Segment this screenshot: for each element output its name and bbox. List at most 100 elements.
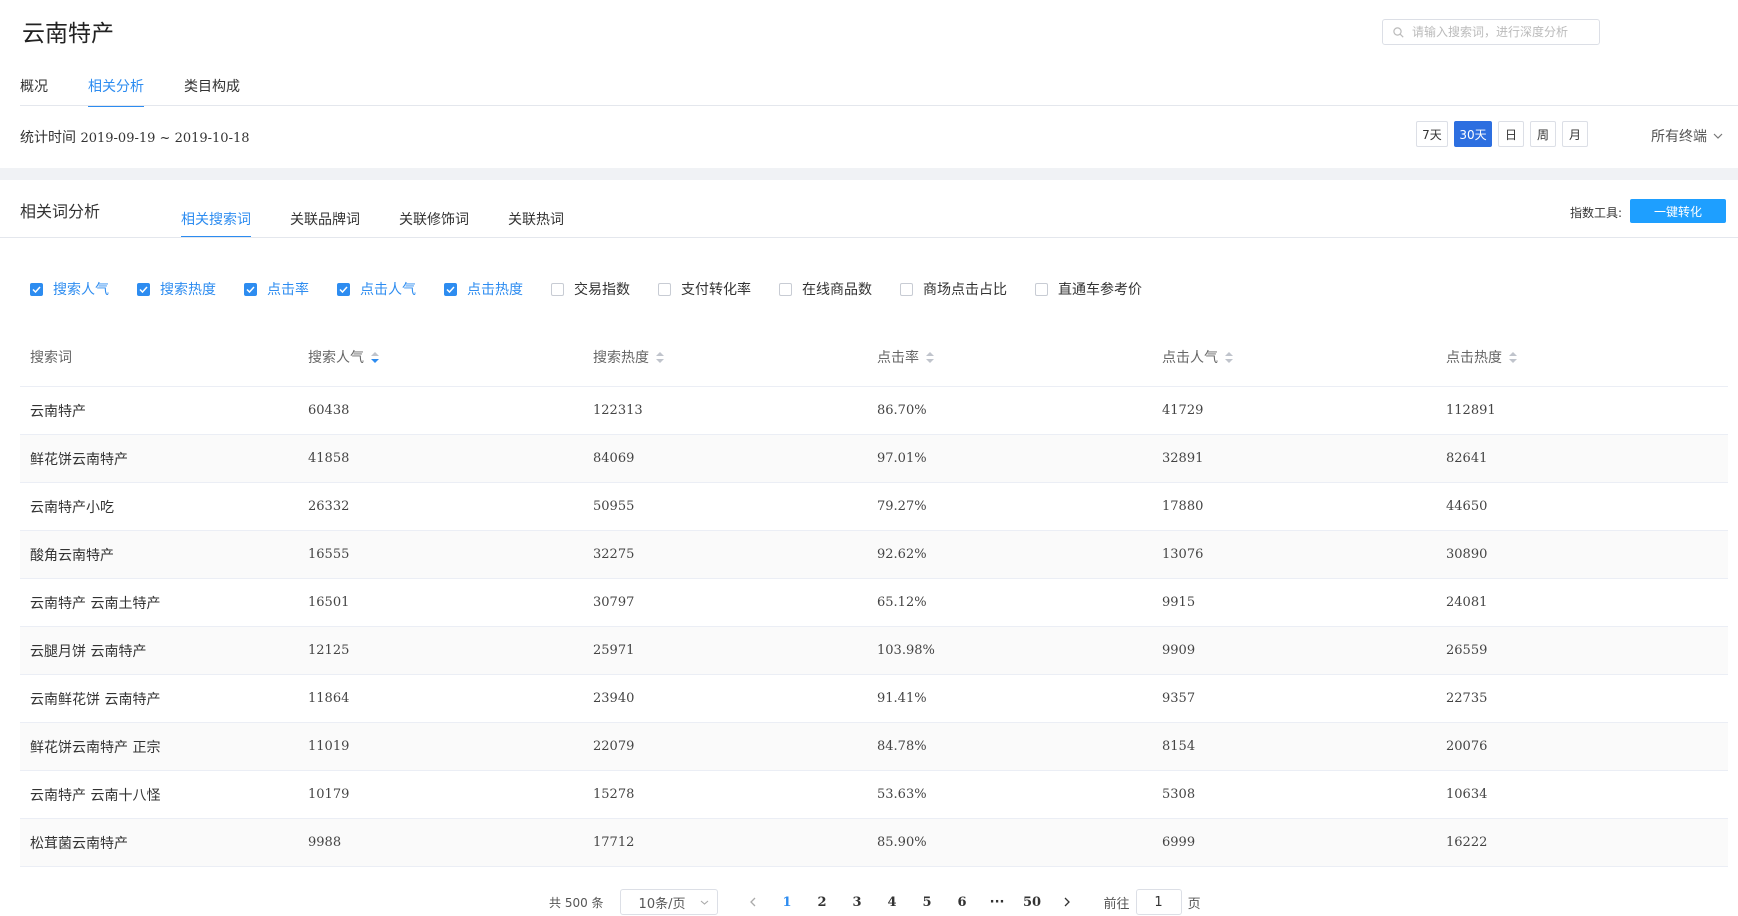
- checkbox-unchecked-icon: [779, 282, 792, 296]
- convert-button[interactable]: 一键转化: [1630, 199, 1726, 223]
- tab-brand-words[interactable]: 关联品牌词: [290, 209, 360, 238]
- cell-value: 50955: [593, 499, 635, 514]
- last-page-button[interactable]: 50: [1015, 895, 1050, 910]
- tab-category[interactable]: 类目构成: [184, 76, 240, 107]
- cell-value: 41858: [308, 451, 350, 466]
- column-header-keyword: 搜索词: [30, 350, 72, 366]
- cell-value: 17712: [593, 835, 635, 850]
- more-pages-button[interactable]: ···: [980, 895, 1015, 910]
- tab-hot-words[interactable]: 关联热词: [508, 209, 564, 238]
- goto-suffix: 页: [1187, 896, 1201, 912]
- page-size-select[interactable]: 10条/页: [619, 889, 718, 915]
- page-button[interactable]: 5: [910, 895, 945, 910]
- search-input[interactable]: [1410, 24, 1594, 40]
- goto-page: 前往 页: [1104, 889, 1201, 915]
- metric-checkbox[interactable]: 点击热度: [444, 279, 523, 299]
- checkbox-checked-icon: [244, 282, 257, 296]
- metric-checkbox[interactable]: 搜索人气: [30, 279, 109, 299]
- cell-value: 26559: [1446, 643, 1488, 658]
- metric-checkbox[interactable]: 直通车参考价: [1035, 279, 1142, 299]
- cell-keyword: 云南特产: [30, 403, 86, 420]
- related-words-card: 相关词分析 相关搜索词 关联品牌词 关联修饰词 关联热词 指数工具: 一键转化 …: [0, 180, 1738, 916]
- search-box[interactable]: [1382, 19, 1600, 45]
- cell-value: 122313: [593, 403, 643, 418]
- range-30d-button[interactable]: 30天: [1454, 121, 1492, 147]
- cell-value: 30797: [593, 595, 635, 610]
- range-month-button[interactable]: 月: [1562, 121, 1588, 147]
- sort-icon[interactable]: [1224, 351, 1234, 364]
- page-button[interactable]: 3: [840, 895, 875, 910]
- metric-checkbox[interactable]: 在线商品数: [779, 279, 872, 299]
- next-page-button[interactable]: [1050, 897, 1084, 907]
- cell-value: 13076: [1162, 547, 1204, 562]
- table-row[interactable]: 云南特产 60438 122313 86.70% 41729 112891: [20, 387, 1728, 435]
- column-header-search-heat[interactable]: 搜索热度: [591, 347, 875, 367]
- chevron-left-icon: [749, 897, 756, 907]
- metric-checkbox[interactable]: 交易指数: [551, 279, 630, 299]
- cell-keyword: 云南特产 云南土特产: [30, 595, 161, 612]
- table-row[interactable]: 酸角云南特产 16555 32275 92.62% 13076 30890: [20, 531, 1728, 579]
- cell-keyword: 松茸菌云南特产: [30, 835, 128, 852]
- sort-desc-icon[interactable]: [370, 351, 380, 364]
- cell-value: 23940: [593, 691, 635, 706]
- stat-time: 统计时间 2019-09-19 ~ 2019-10-18: [20, 127, 250, 147]
- table-row[interactable]: 云南特产 云南十八怪 10179 15278 53.63% 5308 10634: [20, 771, 1728, 819]
- column-header-click-rate[interactable]: 点击率: [875, 347, 1160, 367]
- metric-label: 搜索热度: [160, 282, 216, 298]
- terminal-label: 所有终端: [1651, 129, 1707, 145]
- chevron-down-icon: [1713, 133, 1723, 139]
- goto-page-input[interactable]: [1135, 889, 1182, 915]
- table-row[interactable]: 云南鲜花饼 云南特产 11864 23940 91.41% 9357 22735: [20, 675, 1728, 723]
- cell-value: 20076: [1446, 739, 1488, 754]
- sort-icon[interactable]: [655, 351, 665, 364]
- table-row[interactable]: 云腿月饼 云南特产 12125 25971 103.98% 9909 26559: [20, 627, 1728, 675]
- page-button[interactable]: 6: [945, 895, 980, 910]
- cell-value: 6999: [1162, 835, 1196, 850]
- tab-overview[interactable]: 概况: [20, 76, 48, 107]
- cell-value: 91.41%: [877, 691, 927, 706]
- cell-value: 8154: [1162, 739, 1196, 754]
- prev-page-button[interactable]: [736, 897, 770, 907]
- metric-checkbox[interactable]: 支付转化率: [658, 279, 751, 299]
- tab-related-search-words[interactable]: 相关搜索词: [181, 209, 251, 238]
- sort-icon[interactable]: [1508, 351, 1518, 364]
- metric-checkbox[interactable]: 搜索热度: [137, 279, 216, 299]
- table-row[interactable]: 云南特产小吃 26332 50955 79.27% 17880 44650: [20, 483, 1728, 531]
- header-card: 云南特产 概况 相关分析 类目构成 统计时间 2019-09-19 ~ 2019…: [0, 0, 1738, 168]
- range-7d-button[interactable]: 7天: [1416, 121, 1448, 147]
- cell-value: 22079: [593, 739, 635, 754]
- checkbox-unchecked-icon: [1035, 282, 1048, 296]
- checkbox-unchecked-icon: [551, 282, 564, 296]
- column-header-click-popularity[interactable]: 点击人气: [1160, 347, 1444, 367]
- tab-related-analysis[interactable]: 相关分析: [88, 76, 144, 107]
- page-button[interactable]: 4: [875, 895, 910, 910]
- stat-time-range: 2019-09-19 ~ 2019-10-18: [80, 131, 250, 146]
- section-divider: [0, 237, 1738, 238]
- tab-modifier-words[interactable]: 关联修饰词: [399, 209, 469, 238]
- table-row[interactable]: 松茸菌云南特产 9988 17712 85.90% 6999 16222: [20, 819, 1728, 867]
- cell-keyword: 鲜花饼云南特产 正宗: [30, 739, 161, 756]
- cell-value: 85.90%: [877, 835, 927, 850]
- cell-value: 22735: [1446, 691, 1488, 706]
- metric-checkboxes: 搜索人气 搜索热度 点击率 点击人气 点击热度 交易指数 支付转化率 在线商品数…: [30, 279, 1170, 299]
- page-button[interactable]: 2: [805, 895, 840, 910]
- metric-checkbox[interactable]: 商场点击占比: [900, 279, 1007, 299]
- column-header-click-heat[interactable]: 点击热度: [1444, 347, 1728, 367]
- range-day-button[interactable]: 日: [1498, 121, 1524, 147]
- metric-checkbox[interactable]: 点击人气: [337, 279, 416, 299]
- page-button[interactable]: 1: [770, 895, 805, 910]
- cell-value: 44650: [1446, 499, 1488, 514]
- table-row[interactable]: 鲜花饼云南特产 正宗 11019 22079 84.78% 8154 20076: [20, 723, 1728, 771]
- metric-checkbox[interactable]: 点击率: [244, 279, 309, 299]
- cell-value: 82641: [1446, 451, 1488, 466]
- terminal-select[interactable]: 所有终端: [1651, 126, 1723, 146]
- column-header-search-popularity[interactable]: 搜索人气: [306, 347, 591, 367]
- range-buttons: 7天 30天 日 周 月: [1416, 121, 1594, 147]
- table-row[interactable]: 鲜花饼云南特产 41858 84069 97.01% 32891 82641: [20, 435, 1728, 483]
- range-week-button[interactable]: 周: [1530, 121, 1556, 147]
- cell-value: 65.12%: [877, 595, 927, 610]
- cell-value: 9357: [1162, 691, 1196, 706]
- metric-label: 点击率: [267, 282, 309, 298]
- sort-icon[interactable]: [925, 351, 935, 364]
- table-row[interactable]: 云南特产 云南土特产 16501 30797 65.12% 9915 24081: [20, 579, 1728, 627]
